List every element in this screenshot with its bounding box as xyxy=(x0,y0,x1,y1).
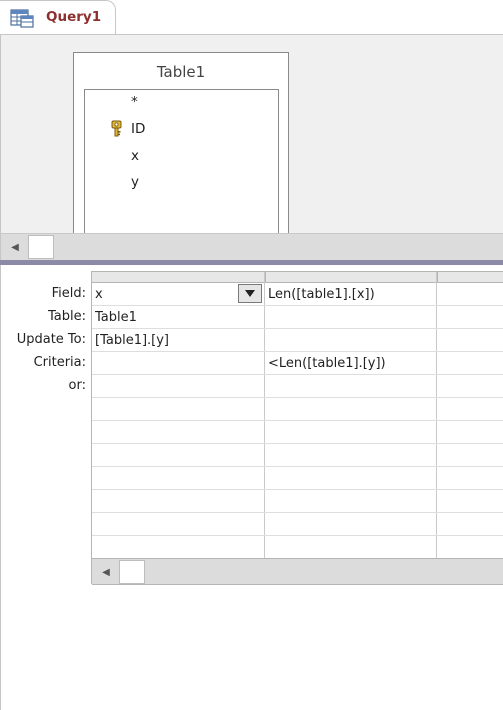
query-design-icon xyxy=(10,9,34,28)
row-divider xyxy=(92,535,503,536)
dropdown-arrow-icon xyxy=(245,290,255,297)
row-divider xyxy=(92,489,503,490)
tab-label: Query1 xyxy=(46,9,102,25)
upper-horizontal-scrollbar[interactable]: ◀ xyxy=(1,233,503,260)
document-tab-strip: Query1 xyxy=(0,0,503,35)
grid-cell-update-to-1[interactable]: [Table1].[y] xyxy=(95,333,169,348)
row-divider xyxy=(92,512,503,513)
grid-cell-table-1[interactable]: Table1 xyxy=(95,310,137,325)
scroll-thumb[interactable] xyxy=(119,560,145,584)
scroll-left-arrow-icon[interactable]: ◀ xyxy=(3,236,27,259)
field-item-y[interactable]: y xyxy=(131,174,139,190)
row-divider xyxy=(92,397,503,398)
row-divider xyxy=(92,466,503,467)
field-item-x[interactable]: x xyxy=(131,148,139,164)
row-divider xyxy=(92,305,503,306)
row-label-field: Field: xyxy=(51,286,86,301)
row-label-update-to: Update To: xyxy=(16,332,86,347)
scroll-thumb[interactable] xyxy=(28,235,54,259)
field-item-all[interactable]: * xyxy=(131,94,138,110)
query-design-grid-pane: Field: Table: Update To: Criteria: or: x… xyxy=(0,265,503,710)
row-label-criteria: Criteria: xyxy=(33,355,86,370)
row-label-or: or: xyxy=(68,378,86,393)
row-divider xyxy=(92,328,503,329)
row-divider xyxy=(92,374,503,375)
row-divider xyxy=(92,420,503,421)
table-diagram-pane: Table1 * ID x y ◀ xyxy=(0,34,503,260)
column-selector-3[interactable] xyxy=(437,272,503,283)
scroll-left-arrow-icon[interactable]: ◀ xyxy=(94,561,118,584)
field-dropdown-button[interactable] xyxy=(238,284,262,303)
grid-cell-criteria-2[interactable]: <Len([table1].[y]) xyxy=(268,356,386,371)
row-label-table: Table: xyxy=(48,309,86,324)
tab-query1[interactable]: Query1 xyxy=(0,0,116,35)
field-list-box: * ID x y xyxy=(84,89,279,239)
column-selector-2[interactable] xyxy=(265,272,436,283)
row-divider xyxy=(92,443,503,444)
grid-cell-field-1[interactable]: x xyxy=(95,287,103,302)
field-item-id[interactable]: ID xyxy=(131,121,145,137)
column-selector-1[interactable] xyxy=(92,272,264,283)
table-title[interactable]: Table1 xyxy=(74,63,288,81)
table-field-list[interactable]: Table1 * ID x y xyxy=(73,52,289,239)
row-divider xyxy=(92,351,503,352)
design-grid: x Table1 [Table1].[y] Len([table1].[x]) … xyxy=(91,271,503,585)
column-divider xyxy=(436,272,437,558)
primary-key-icon xyxy=(111,120,122,137)
column-divider xyxy=(264,272,265,558)
grid-cell-field-2[interactable]: Len([table1].[x]) xyxy=(268,287,375,302)
grid-horizontal-scrollbar[interactable]: ◀ xyxy=(92,558,503,585)
